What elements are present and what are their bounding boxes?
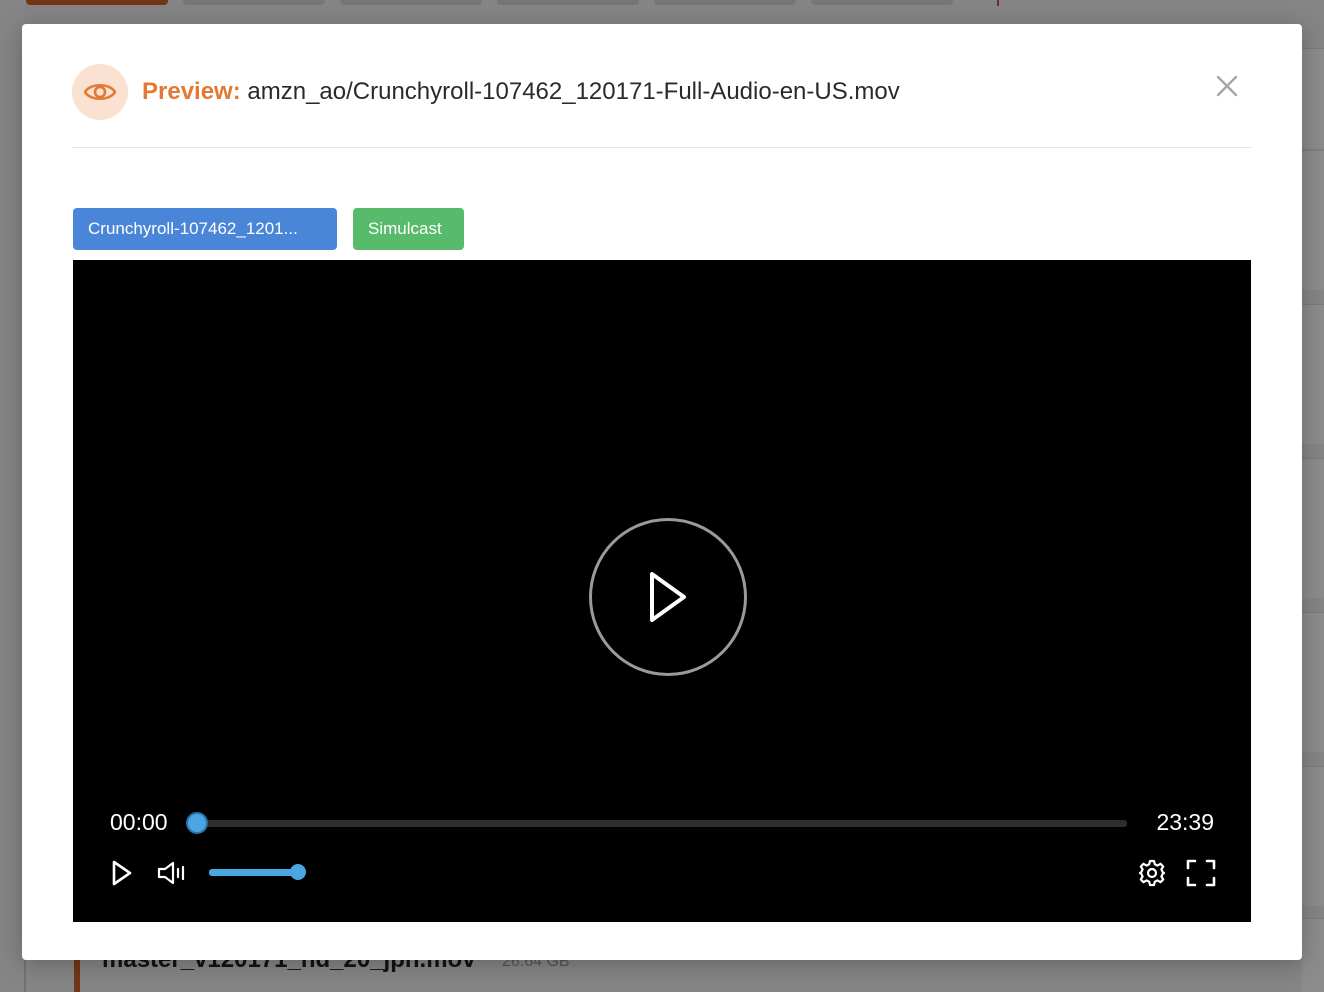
fullscreen-icon [1186, 859, 1216, 887]
volume-handle[interactable] [290, 864, 306, 880]
close-icon[interactable] [1215, 74, 1239, 98]
settings-button[interactable] [1137, 858, 1167, 888]
simulcast-tag[interactable]: Simulcast [353, 208, 464, 250]
current-time: 00:00 [110, 809, 168, 835]
settings-icon [1138, 859, 1166, 887]
volume-icon [157, 861, 185, 885]
volume-button[interactable] [157, 858, 187, 888]
modal-title: Preview: amzn_ao/Crunchyroll-107462_1201… [142, 77, 900, 107]
title-prefix: Preview: [142, 78, 241, 105]
big-play-button[interactable] [589, 518, 747, 676]
modal-header: Preview: amzn_ao/Crunchyroll-107462_1201… [72, 64, 1251, 148]
seek-bar[interactable] [197, 820, 1127, 827]
play-icon [112, 860, 132, 886]
seek-handle[interactable] [186, 812, 208, 834]
play-icon [650, 572, 686, 622]
title-file-path: amzn_ao/Crunchyroll-107462_120171-Full-A… [247, 78, 900, 105]
file-tag[interactable]: Crunchyroll-107462_1201... [73, 208, 337, 250]
total-time: 23:39 [1156, 809, 1214, 835]
preview-modal: Preview: amzn_ao/Crunchyroll-107462_1201… [22, 24, 1302, 960]
eye-icon [72, 64, 128, 120]
volume-slider[interactable] [209, 869, 299, 876]
volume-level [209, 869, 299, 876]
play-button[interactable] [107, 858, 137, 888]
fullscreen-button[interactable] [1186, 858, 1216, 888]
video-player[interactable]: 00:00 23:39 [73, 260, 1251, 922]
